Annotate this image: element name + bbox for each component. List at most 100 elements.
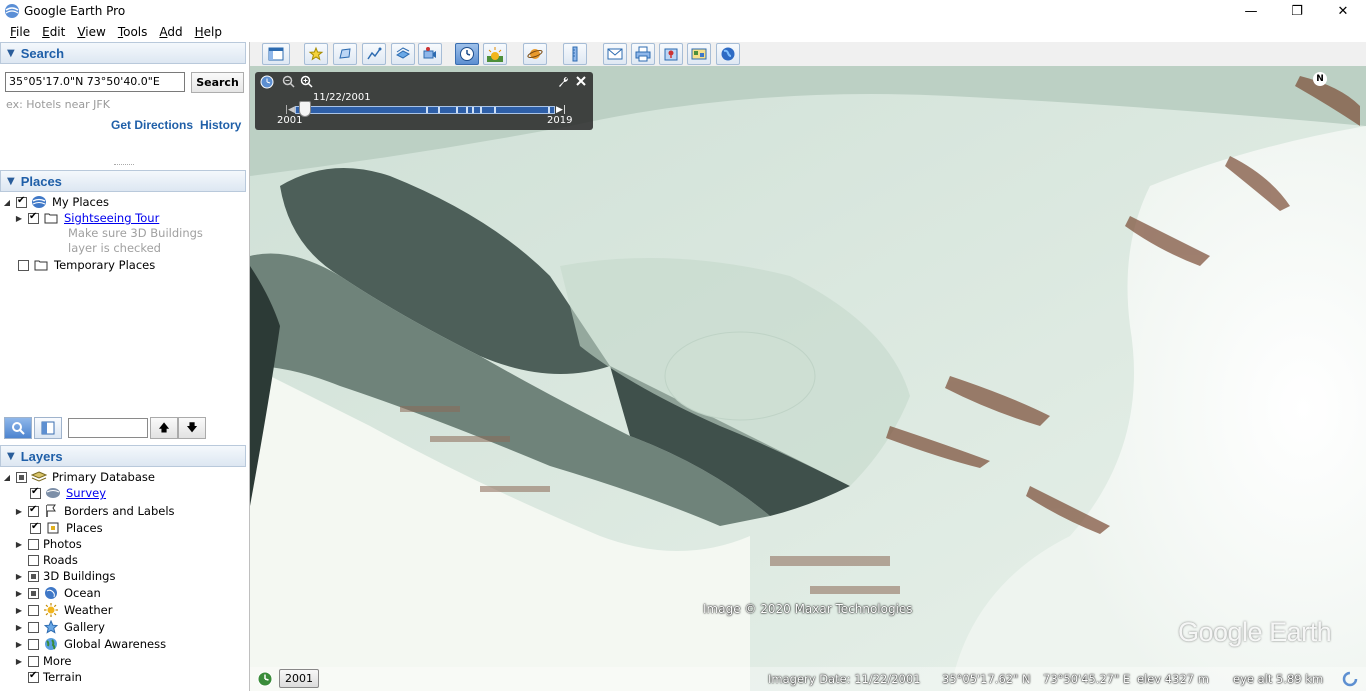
search-button[interactable]: Search	[191, 72, 244, 93]
north-indicator-icon[interactable]: N	[1313, 72, 1327, 86]
collapse-arrow-icon[interactable]: ◢	[2, 473, 12, 482]
expand-arrow-icon[interactable]: ▶	[14, 623, 24, 632]
layer-checkbox[interactable]	[28, 604, 39, 616]
history-link[interactable]: History	[200, 118, 241, 132]
my-places-label: My Places	[52, 195, 109, 209]
email-button[interactable]	[603, 43, 627, 65]
move-up-button[interactable]: 🡅	[150, 417, 178, 439]
sightseeing-checkbox[interactable]	[28, 211, 39, 224]
sunlight-button[interactable]	[483, 43, 507, 65]
menu-tools[interactable]: Tools	[112, 25, 154, 39]
layer-places[interactable]: Places	[26, 520, 103, 536]
close-button[interactable]: ✕	[1320, 0, 1366, 22]
menu-add[interactable]: Add	[153, 25, 188, 39]
tree-item-my-places[interactable]: ◢ My Places	[2, 194, 109, 210]
tree-item-sightseeing-tour[interactable]: ▶ Sightseeing Tour	[14, 210, 159, 226]
satellite-imagery[interactable]	[250, 66, 1366, 691]
layer-weather[interactable]: ▶ Weather	[14, 602, 112, 618]
my-places-checkbox[interactable]	[16, 195, 27, 208]
layer-checkbox[interactable]	[28, 638, 39, 650]
layer-checkbox[interactable]	[28, 655, 39, 667]
layer-roads[interactable]: Roads	[24, 552, 78, 568]
step-forward-icon[interactable]: ▶|	[556, 105, 566, 115]
expand-arrow-icon[interactable]: ▶	[14, 606, 24, 615]
layer-checkbox[interactable]	[28, 621, 39, 633]
menu-file[interactable]: File	[4, 25, 36, 39]
layer-gallery[interactable]: ▶ Gallery	[14, 619, 105, 635]
places-filter-input[interactable]	[68, 418, 148, 438]
view-in-maps-button[interactable]	[687, 43, 711, 65]
hide-sidebar-button[interactable]	[262, 43, 290, 65]
zoom-out-icon[interactable]	[282, 75, 295, 88]
earth-map-view[interactable]: 11/22/2001 |◀ ▶| 2001 2019 N Image © 202…	[250, 66, 1366, 691]
layers-panel-header[interactable]: ▼ Layers	[0, 445, 246, 467]
wrench-icon[interactable]	[557, 75, 570, 88]
layer-more[interactable]: ▶ More	[14, 653, 72, 669]
menu-edit[interactable]: Edit	[36, 25, 71, 39]
menu-help[interactable]: Help	[189, 25, 228, 39]
layer-checkbox[interactable]	[28, 587, 39, 599]
layer-borders-labels[interactable]: ▶ Borders and Labels	[14, 503, 175, 519]
zoom-in-icon[interactable]	[300, 75, 313, 88]
step-back-icon[interactable]: |◀	[285, 105, 295, 115]
minimize-button[interactable]: —	[1228, 0, 1274, 22]
earth-globe-icon	[43, 637, 59, 651]
expand-arrow-icon[interactable]: ▶	[14, 572, 24, 581]
historical-imagery-slider[interactable]: 11/22/2001 |◀ ▶| 2001 2019	[255, 72, 593, 130]
historical-imagery-button[interactable]	[455, 43, 479, 65]
sightseeing-tour-link[interactable]: Sightseeing Tour	[64, 211, 159, 225]
layer-global-awareness[interactable]: ▶ Global Awareness	[14, 636, 166, 652]
add-image-overlay-button[interactable]	[391, 43, 415, 65]
menu-view[interactable]: View	[71, 25, 111, 39]
layer-ocean[interactable]: ▶ Ocean	[14, 585, 101, 601]
layer-checkbox[interactable]	[16, 471, 27, 483]
add-polygon-button[interactable]	[333, 43, 357, 65]
expand-arrow-icon[interactable]: ▶	[14, 507, 24, 516]
search-places-button[interactable]	[4, 417, 32, 439]
layer-photos[interactable]: ▶ Photos	[14, 536, 82, 552]
tree-item-temporary-places[interactable]: Temporary Places	[14, 257, 155, 273]
layer-checkbox[interactable]	[30, 521, 41, 534]
move-down-button[interactable]: 🡇	[178, 417, 206, 439]
survey-link[interactable]: Survey	[66, 486, 106, 500]
switch-to-sky-button[interactable]	[523, 43, 547, 65]
slider-track[interactable]	[295, 106, 555, 114]
layer-checkbox[interactable]	[28, 538, 39, 550]
add-placemark-button[interactable]	[304, 43, 328, 65]
historical-clock-icon[interactable]	[256, 670, 274, 688]
expand-arrow-icon[interactable]: ▶	[14, 589, 24, 598]
panel-resize-grip[interactable]	[114, 164, 134, 167]
expand-arrow-icon[interactable]: ▶	[14, 540, 24, 549]
earth-view-button[interactable]	[716, 43, 740, 65]
search-input[interactable]: 35°05'17.0"N 73°50'40.0"E	[5, 72, 185, 92]
toggle-panel-button[interactable]	[34, 417, 62, 439]
ruler-button[interactable]	[563, 43, 587, 65]
slider-current-date: 11/22/2001	[313, 92, 371, 103]
layer-checkbox[interactable]	[28, 554, 39, 566]
layer-checkbox[interactable]	[28, 570, 39, 582]
layer-terrain[interactable]: Terrain	[24, 669, 82, 685]
save-image-button[interactable]	[659, 43, 683, 65]
expand-arrow-icon[interactable]: ▶	[14, 640, 24, 649]
temporary-places-checkbox[interactable]	[18, 259, 29, 271]
collapse-arrow-icon[interactable]: ◢	[2, 198, 12, 207]
layer-label: Weather	[64, 603, 113, 617]
expand-arrow-icon[interactable]: ▶	[14, 214, 24, 223]
get-directions-link[interactable]: Get Directions	[111, 118, 193, 132]
search-panel-header[interactable]: ▼ Search	[0, 42, 246, 64]
record-tour-button[interactable]	[418, 43, 442, 65]
print-button[interactable]	[631, 43, 655, 65]
layer-checkbox[interactable]	[28, 504, 39, 517]
expand-arrow-icon[interactable]: ▶	[14, 657, 24, 666]
layer-checkbox[interactable]	[28, 670, 39, 683]
layer-checkbox[interactable]	[30, 486, 41, 499]
imagery-year-button[interactable]: 2001	[279, 669, 319, 688]
layer-survey[interactable]: Survey	[26, 485, 106, 501]
add-path-button[interactable]	[362, 43, 386, 65]
close-icon[interactable]	[575, 75, 587, 87]
layer-label: Borders and Labels	[64, 504, 175, 518]
layer-primary-database[interactable]: ◢ Primary Database	[2, 469, 155, 485]
places-panel-header[interactable]: ▼ Places	[0, 170, 246, 192]
maximize-button[interactable]: ❐	[1274, 0, 1320, 22]
layer-3d-buildings[interactable]: ▶ 3D Buildings	[14, 568, 116, 584]
